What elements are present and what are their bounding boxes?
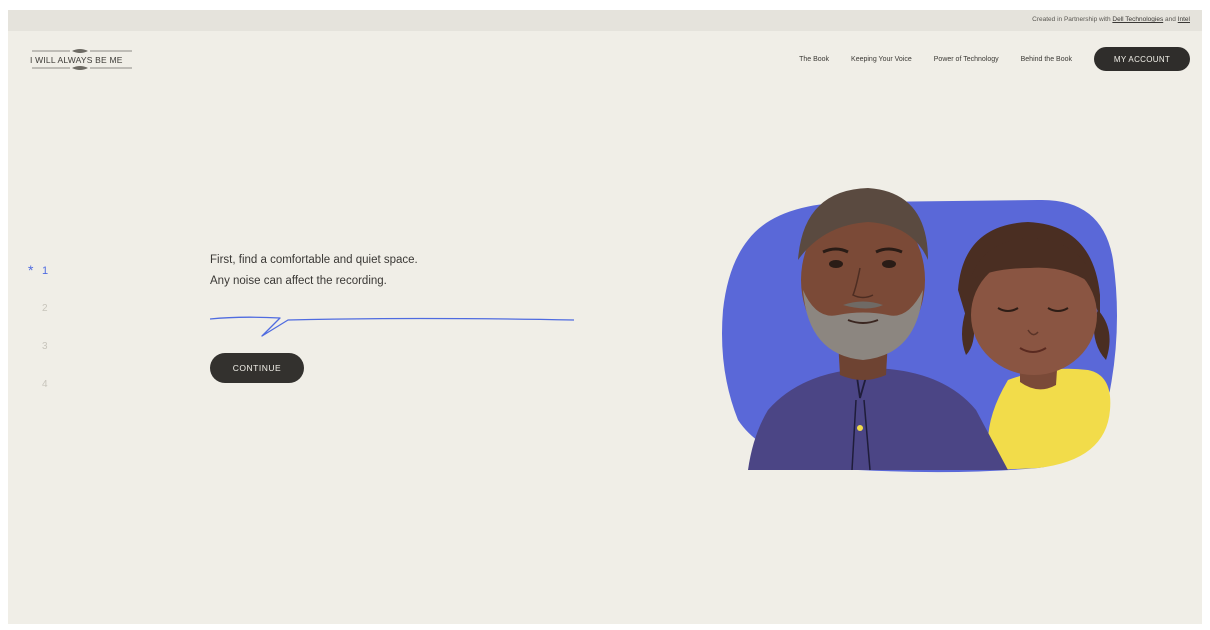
dell-link[interactable]: Dell Technologies xyxy=(1112,16,1163,23)
step-number: 1 xyxy=(42,265,49,277)
asterisk-icon: * xyxy=(28,262,34,278)
step-indicator: * 1 2 3 4 xyxy=(28,262,49,417)
instruction-line-1: First, find a comfortable and quiet spac… xyxy=(210,254,418,266)
speech-bubble-line xyxy=(210,316,575,337)
grandfather-granddaughter-illustration xyxy=(722,188,1117,473)
my-account-button[interactable]: MY ACCOUNT xyxy=(1094,47,1190,71)
nav-behind-the-book[interactable]: Behind the Book xyxy=(1021,56,1072,63)
partner-bar: Created in Partnership with Dell Technol… xyxy=(8,10,1202,31)
instruction-text: First, find a comfortable and quiet spac… xyxy=(210,250,418,292)
site-logo[interactable]: I WILL ALWAYS BE ME xyxy=(30,46,132,72)
main-nav: The Book Keeping Your Voice Power of Tec… xyxy=(777,47,1190,71)
step-number: 2 xyxy=(42,303,48,314)
logo-text: I WILL ALWAYS BE ME xyxy=(30,55,123,65)
step-number: 4 xyxy=(42,379,48,390)
nav-the-book[interactable]: The Book xyxy=(799,56,829,63)
intel-link[interactable]: Intel xyxy=(1178,16,1190,23)
continue-button[interactable]: CONTINUE xyxy=(210,353,304,383)
partner-prefix: Created in Partnership with xyxy=(1032,16,1111,23)
instruction-line-2: Any noise can affect the recording. xyxy=(210,275,387,287)
partner-credit: Created in Partnership with Dell Technol… xyxy=(1032,16,1190,23)
page-frame: Created in Partnership with Dell Technol… xyxy=(8,10,1202,624)
nav-power-of-technology[interactable]: Power of Technology xyxy=(934,56,999,63)
step-number: 3 xyxy=(42,341,48,352)
partner-and: and xyxy=(1165,16,1176,23)
step-1: * 1 xyxy=(28,262,49,303)
nav-keeping-your-voice[interactable]: Keeping Your Voice xyxy=(851,56,912,63)
step-4: 4 xyxy=(28,379,48,417)
step-2: 2 xyxy=(28,303,48,341)
step-3: 3 xyxy=(28,341,48,379)
